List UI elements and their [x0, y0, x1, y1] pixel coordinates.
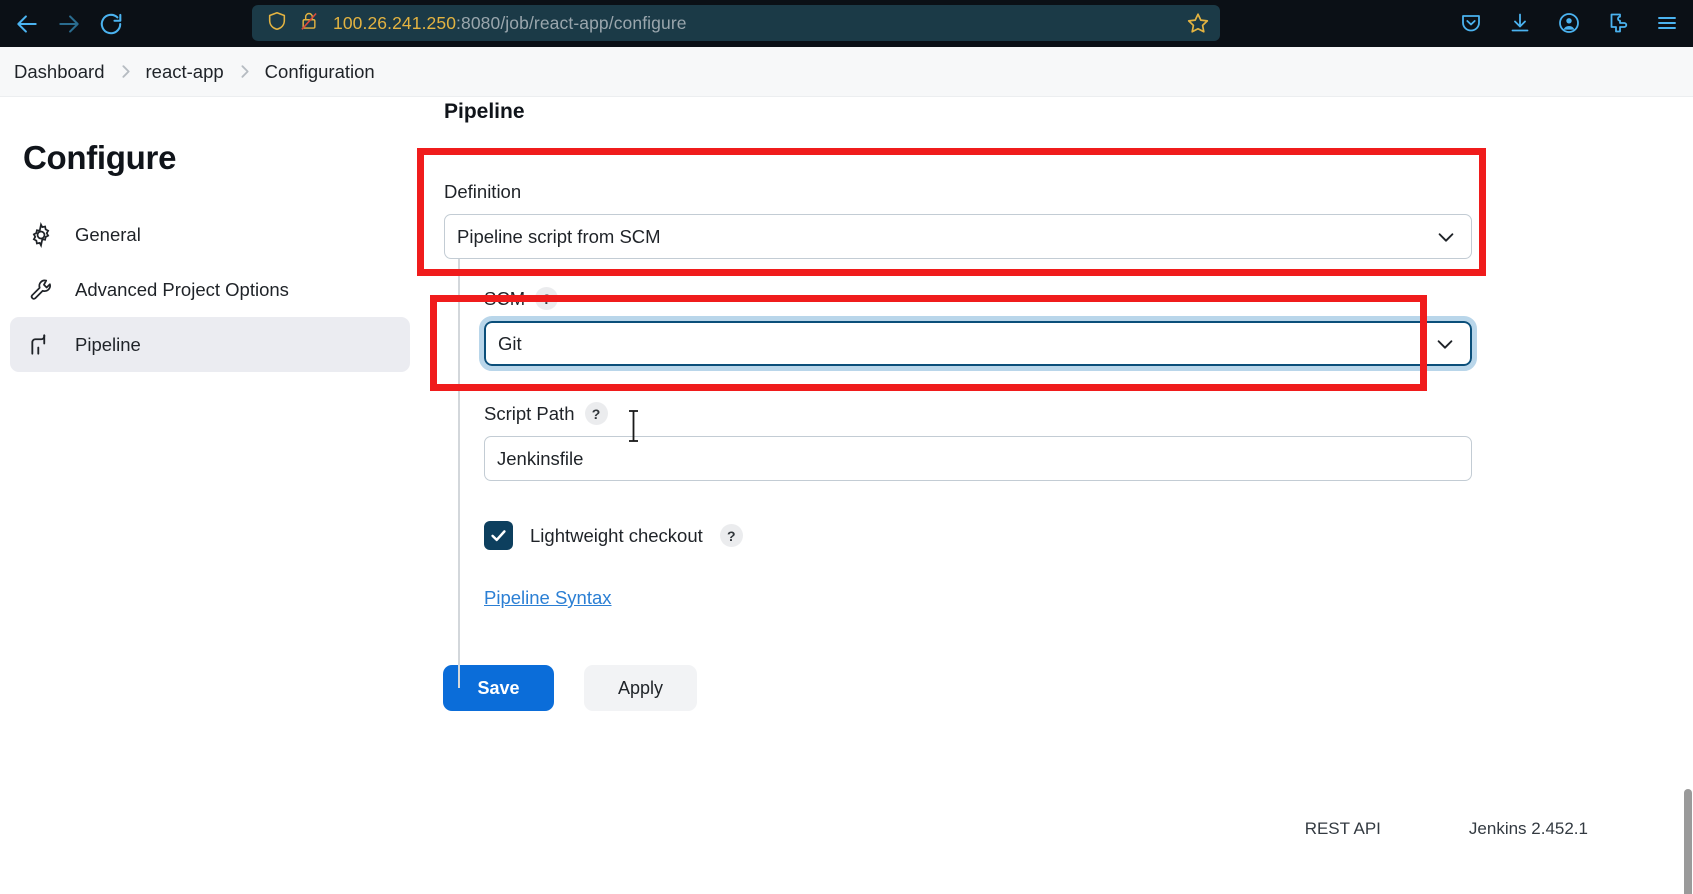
script-path-field: Script Path ? Jenkinsfile: [444, 402, 1520, 481]
page-body: Configure General Advanced Project Optio…: [0, 97, 1693, 894]
scrollbar-thumb[interactable]: [1684, 789, 1692, 894]
pocket-icon[interactable]: [1457, 9, 1485, 37]
forward-button[interactable]: [48, 4, 90, 44]
form-wrapper: Definition Pipeline script from SCM SCM …: [420, 151, 1520, 688]
definition-select[interactable]: Pipeline script from SCM: [444, 214, 1472, 259]
definition-label: Definition: [444, 181, 1520, 203]
url-host: 100.26.241.250: [333, 12, 457, 33]
help-icon[interactable]: ?: [719, 524, 743, 547]
breadcrumb-item-dashboard[interactable]: Dashboard: [14, 61, 105, 83]
scm-field: SCM ? Git: [444, 287, 1520, 371]
gear-icon: [27, 221, 55, 249]
page-title: Configure: [23, 139, 177, 176]
sidebar-item-label: Pipeline: [75, 333, 141, 355]
configure-sidebar: Configure General Advanced Project Optio…: [0, 97, 420, 372]
breadcrumb-separator: [119, 63, 132, 80]
scm-value: Git: [498, 332, 522, 354]
download-icon[interactable]: [1506, 9, 1534, 37]
menu-icon[interactable]: [1653, 9, 1681, 37]
reload-button[interactable]: [90, 4, 132, 44]
url-bar-icons: [266, 10, 319, 37]
url-bar[interactable]: 100.26.241.250:8080/job/react-app/config…: [252, 5, 1220, 41]
sidebar-item-advanced-project-options[interactable]: Advanced Project Options: [10, 262, 410, 317]
text-cursor: [627, 408, 640, 444]
browser-toolbar-icons: [1457, 5, 1681, 41]
help-icon[interactable]: ?: [535, 287, 559, 310]
breadcrumb: Dashboard react-app Configuration: [0, 47, 1693, 97]
extensions-icon[interactable]: [1604, 9, 1632, 37]
definition-label-text: Definition: [444, 181, 522, 202]
pipeline-form: Pipeline Definition Pipeline script from…: [420, 97, 1520, 711]
help-icon[interactable]: ?: [584, 402, 608, 425]
lightweight-checkout-row[interactable]: Lightweight checkout ?: [484, 521, 1520, 550]
scrollbar-track[interactable]: [1682, 97, 1693, 894]
jenkins-version: Jenkins 2.452.1: [1468, 819, 1588, 838]
app-root: 100.26.241.250:8080/job/react-app/config…: [0, 0, 1693, 894]
pipeline-icon: [27, 331, 55, 359]
section-title-pipeline: Pipeline: [444, 100, 525, 123]
shield-icon[interactable]: [266, 10, 288, 37]
sidebar-nav: General Advanced Project Options Pipelin…: [0, 207, 420, 372]
lightweight-checkout-checkbox[interactable]: [484, 521, 513, 550]
definition-field: Definition Pipeline script from SCM: [444, 151, 1520, 259]
account-icon[interactable]: [1555, 9, 1583, 37]
definition-value: Pipeline script from SCM: [457, 225, 661, 247]
bookmark-star-icon[interactable]: [1186, 11, 1210, 35]
back-button[interactable]: [6, 4, 48, 44]
chevron-down-icon[interactable]: [1434, 333, 1456, 355]
scm-select[interactable]: Git: [479, 316, 1477, 371]
breadcrumb-item-configuration[interactable]: Configuration: [265, 61, 375, 83]
apply-button[interactable]: Apply: [584, 665, 697, 711]
page-footer: REST API Jenkins 2.452.1: [0, 819, 1693, 839]
checkmark-icon: [491, 530, 506, 542]
wrench-icon: [27, 276, 55, 304]
pipeline-syntax-field: Pipeline Syntax: [444, 587, 1520, 609]
form-divider-line: [458, 214, 460, 688]
url-path: :8080/job/react-app/configure: [456, 12, 687, 33]
scm-label: SCM ?: [484, 287, 1520, 310]
navigation-buttons: [0, 4, 132, 44]
pipeline-syntax-link[interactable]: Pipeline Syntax: [484, 587, 612, 608]
lightweight-checkout-field: Lightweight checkout ?: [444, 521, 1520, 550]
breadcrumb-separator: [238, 63, 251, 80]
rest-api-link[interactable]: REST API: [1305, 819, 1381, 839]
chevron-down-icon[interactable]: [1435, 226, 1457, 248]
sidebar-item-general[interactable]: General: [10, 207, 410, 262]
sidebar-item-label: Advanced Project Options: [75, 278, 289, 300]
sidebar-item-pipeline[interactable]: Pipeline: [10, 317, 410, 372]
lightweight-checkout-label: Lightweight checkout: [530, 524, 703, 546]
url-text[interactable]: 100.26.241.250:8080/job/react-app/config…: [333, 13, 1186, 34]
scm-label-text: SCM: [484, 287, 526, 309]
form-actions: Save Apply: [420, 665, 1520, 711]
browser-toolbar: 100.26.241.250:8080/job/react-app/config…: [0, 0, 1693, 47]
sidebar-item-label: General: [75, 223, 141, 245]
breadcrumb-item-react-app[interactable]: react-app: [146, 61, 224, 83]
broken-lock-icon[interactable]: [299, 10, 319, 37]
script-path-value: Jenkinsfile: [497, 447, 584, 469]
script-path-label-text: Script Path: [484, 402, 575, 424]
